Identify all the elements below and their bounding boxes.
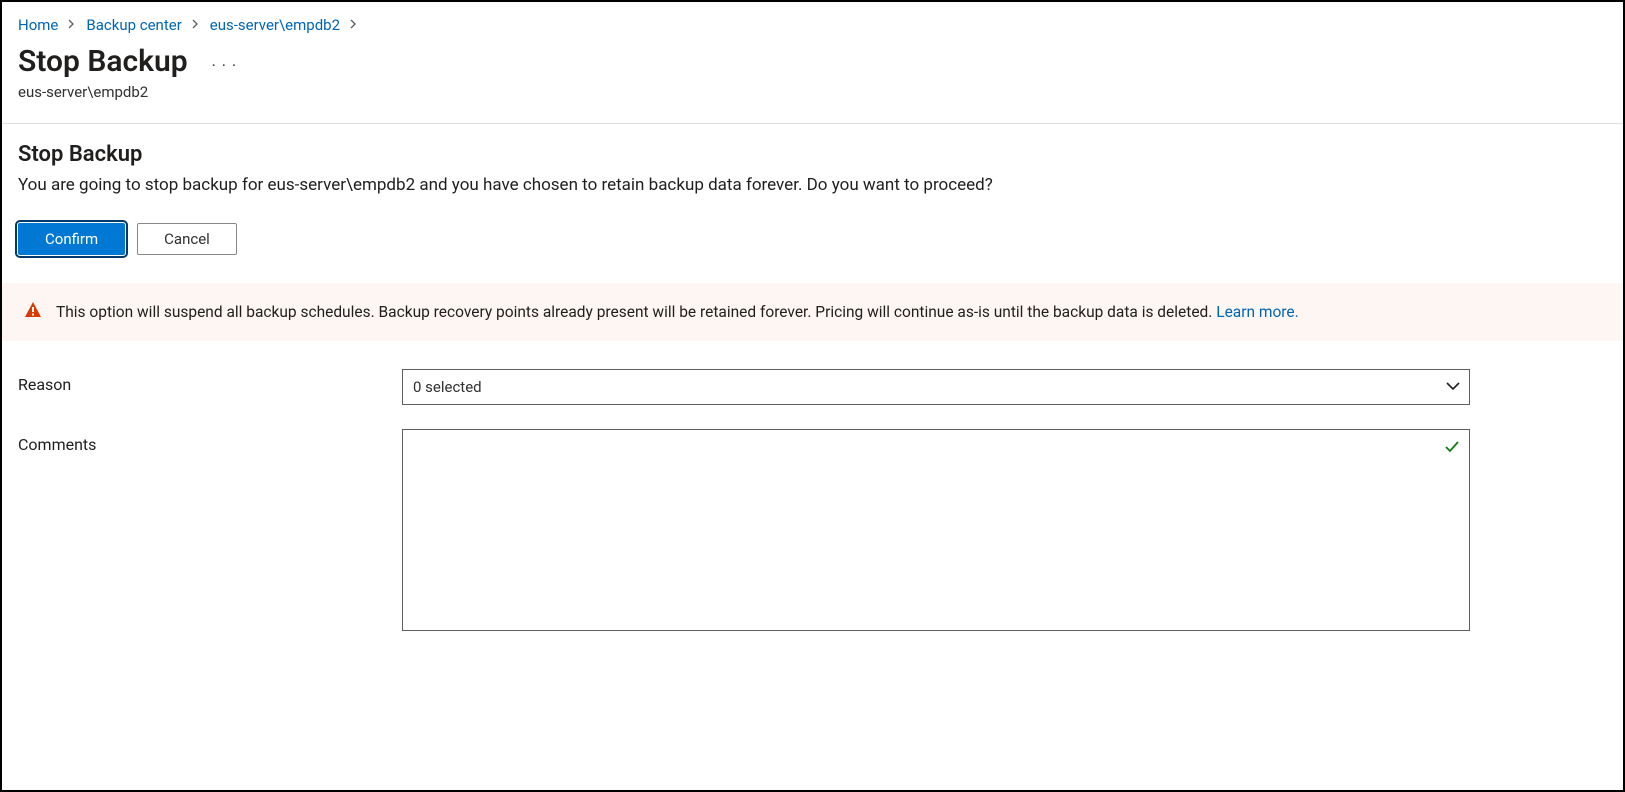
comments-textarea[interactable] — [402, 429, 1470, 631]
breadcrumb-home[interactable]: Home — [18, 16, 58, 34]
main-content: Stop Backup You are going to stop backup… — [2, 124, 1623, 677]
section-heading: Stop Backup — [18, 142, 1607, 167]
reason-dropdown[interactable]: 0 selected — [402, 369, 1470, 405]
reason-value: 0 selected — [413, 378, 482, 396]
reason-row: Reason 0 selected — [18, 369, 1607, 405]
breadcrumb-backup-center[interactable]: Backup center — [86, 16, 181, 34]
comments-label: Comments — [18, 429, 402, 454]
page-title: Stop Backup — [18, 44, 188, 79]
cancel-button[interactable]: Cancel — [137, 223, 237, 255]
info-banner: This option will suspend all backup sche… — [2, 283, 1623, 341]
chevron-right-icon — [348, 19, 360, 32]
info-banner-message: This option will suspend all backup sche… — [56, 303, 1216, 321]
confirm-button[interactable]: Confirm — [18, 223, 125, 255]
info-banner-text: This option will suspend all backup sche… — [56, 303, 1299, 321]
breadcrumb: Home Backup center eus-server\empdb2 — [2, 2, 1623, 44]
chevron-right-icon — [190, 19, 202, 32]
chevron-right-icon — [66, 19, 78, 32]
comments-row: Comments — [18, 429, 1607, 635]
reason-label: Reason — [18, 369, 402, 394]
more-options-button[interactable]: · · · — [212, 48, 237, 75]
confirm-text: You are going to stop backup for eus-ser… — [18, 175, 1607, 195]
warning-icon — [24, 301, 42, 323]
page-subtitle: eus-server\empdb2 — [18, 83, 1607, 101]
learn-more-link[interactable]: Learn more. — [1216, 303, 1299, 321]
page-header: Stop Backup · · · eus-server\empdb2 — [2, 44, 1623, 115]
breadcrumb-resource[interactable]: eus-server\empdb2 — [210, 16, 340, 34]
action-buttons: Confirm Cancel — [18, 223, 1607, 255]
